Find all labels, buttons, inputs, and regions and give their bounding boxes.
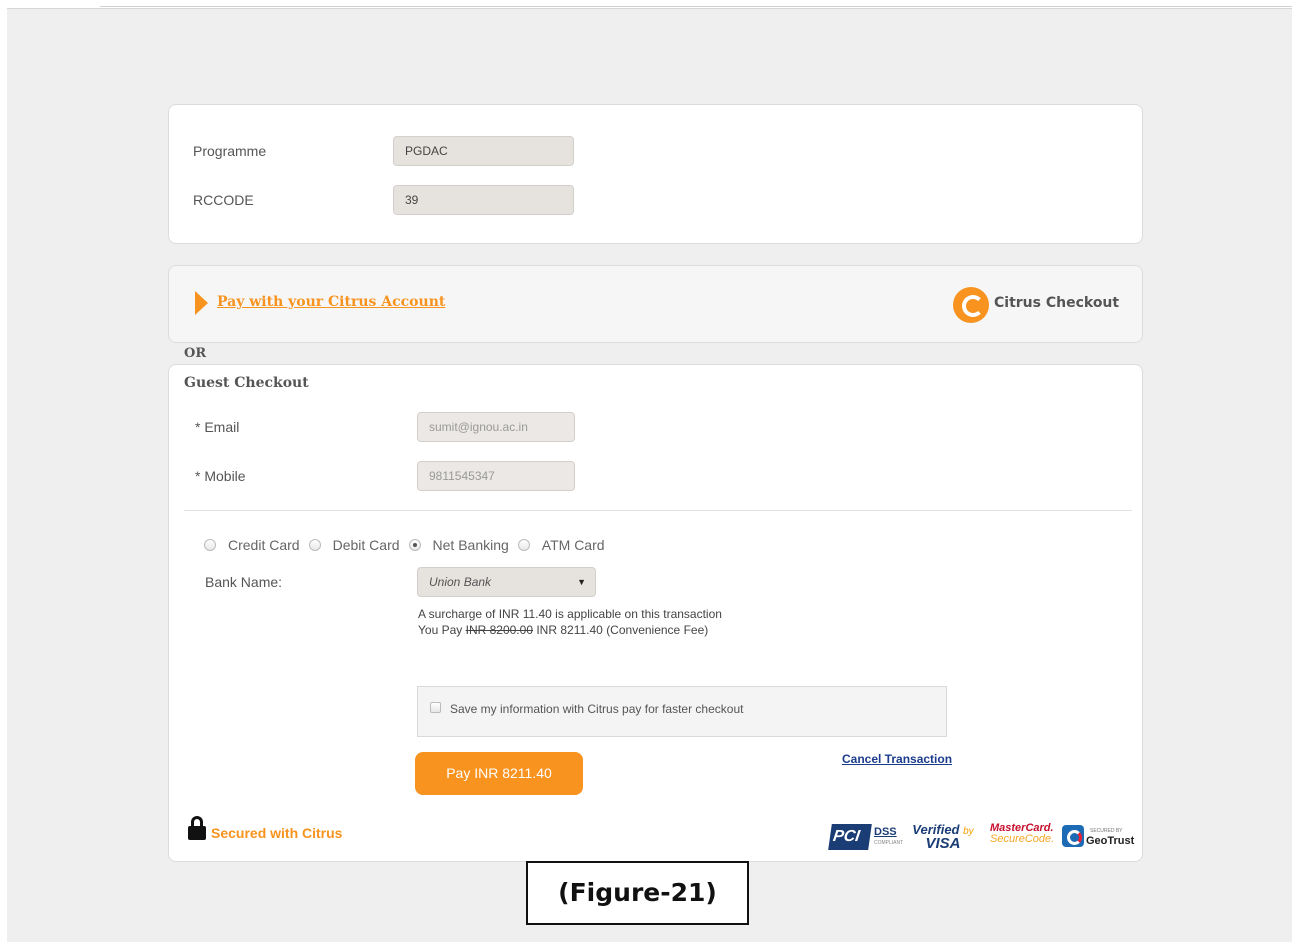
convenience-fee-note: (Convenience Fee): [606, 623, 709, 637]
rccode-label: RCCODE: [193, 192, 254, 208]
radio-label-net-banking[interactable]: Net Banking: [433, 537, 509, 553]
radio-net-banking[interactable]: [408, 539, 421, 551]
guest-checkout-title: Guest Checkout: [184, 375, 309, 391]
lock-icon: [188, 816, 206, 840]
bank-name-label: Bank Name:: [205, 574, 283, 590]
mobile-field[interactable]: 9811545347: [417, 461, 575, 491]
radio-credit-card[interactable]: [204, 539, 216, 551]
secured-with-citrus: Secured with Citrus: [211, 825, 343, 841]
save-info-checkbox[interactable]: [430, 702, 441, 713]
payment-method-group: Credit Card Debit Card Net Banking ATM C…: [204, 537, 614, 553]
play-arrow-icon: [195, 291, 208, 315]
surcharge-note: A surcharge of INR 11.40 is applicable o…: [418, 607, 722, 621]
geotrust-logo: SECURED BY GeoTrust: [1062, 822, 1134, 852]
you-pay-prefix: You Pay: [418, 623, 463, 637]
radio-debit-card[interactable]: [308, 539, 321, 551]
citrus-logo-icon: [953, 287, 989, 323]
top-divider: [100, 6, 1292, 7]
pay-button[interactable]: Pay INR 8211.40: [415, 752, 583, 795]
section-divider: [184, 510, 1132, 511]
programme-label: Programme: [193, 143, 267, 159]
radio-label-debit-card[interactable]: Debit Card: [333, 537, 400, 553]
pci-dss-logo: PCI DSS COMPLIANT: [828, 822, 903, 852]
email-label: * Email: [195, 419, 240, 435]
rccode-field: 39: [393, 185, 574, 215]
dropdown-caret-icon: ▼: [577, 577, 586, 587]
cancel-transaction-link[interactable]: Cancel Transaction: [842, 752, 952, 766]
pay-with-citrus-link[interactable]: Pay with your Citrus Account: [217, 294, 445, 310]
programme-card: [168, 104, 1143, 244]
verified-by-visa-logo: Verified by VISA: [912, 822, 974, 852]
radio-label-credit-card[interactable]: Credit Card: [228, 537, 300, 553]
figure-caption: (Figure-21): [526, 861, 749, 925]
or-separator: OR: [184, 346, 207, 361]
radio-atm-card[interactable]: [517, 539, 530, 551]
save-info-box: Save my information with Citrus pay for …: [417, 686, 947, 737]
new-amount: INR 8211.40: [536, 623, 603, 637]
bank-select-value: Union Bank: [429, 575, 492, 589]
citrus-checkout-brand: Citrus Checkout: [994, 295, 1120, 311]
save-info-label[interactable]: Save my information with Citrus pay for …: [450, 702, 743, 716]
mobile-label: * Mobile: [195, 468, 246, 484]
email-field[interactable]: sumit@ignou.ac.in: [417, 412, 575, 442]
radio-label-atm-card[interactable]: ATM Card: [542, 537, 605, 553]
you-pay-line: You Pay INR 8200.00 INR 8211.40 (Conveni…: [418, 623, 708, 637]
bank-select[interactable]: Union Bank ▼: [417, 567, 596, 597]
programme-field: PGDAC: [393, 136, 574, 166]
mastercard-securecode-logo: MasterCard. SecureCode.: [990, 822, 1055, 845]
original-amount: INR 8200.00: [465, 623, 533, 637]
